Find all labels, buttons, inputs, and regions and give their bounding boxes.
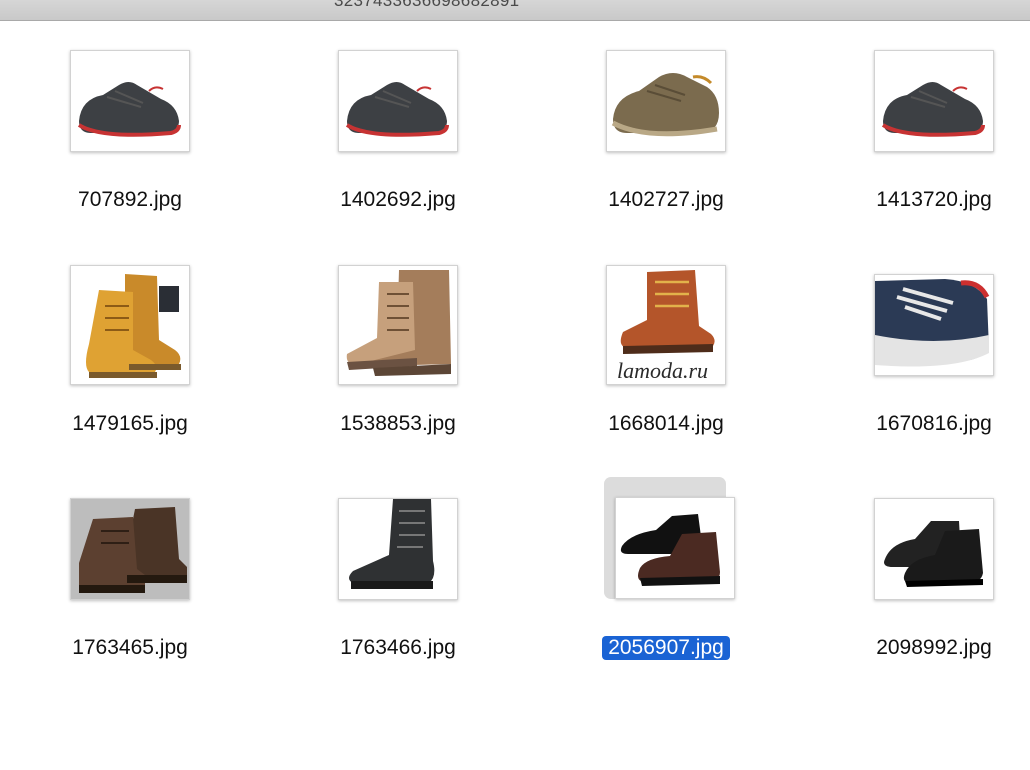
window-titlebar[interactable]: 3237433636698682891	[0, 0, 1030, 21]
file-name: 1763465.jpg	[72, 636, 188, 659]
thumbnail-frame	[68, 477, 190, 600]
file-name: 707892.jpg	[78, 188, 182, 211]
black-shoes-icon	[874, 498, 994, 600]
thumbnail-frame	[68, 253, 190, 385]
file-item[interactable]: 1402692.jpg	[318, 29, 478, 229]
thumbnail-frame	[872, 477, 994, 600]
file-item[interactable]: 1538853.jpg	[318, 253, 478, 453]
thumbnail-frame	[604, 29, 726, 152]
gray-sneaker-icon	[70, 50, 190, 152]
window-title: 3237433636698682891	[334, 0, 520, 10]
thumbnail-frame	[336, 253, 458, 385]
file-name: 2056907.jpg	[586, 634, 746, 661]
file-name: 1413720.jpg	[876, 188, 992, 211]
file-item[interactable]: 1670816.jpg	[854, 253, 1014, 453]
lamoda-watermark: lamoda.ru	[617, 358, 708, 383]
file-item-selected[interactable]: 2056907.jpg	[586, 477, 746, 677]
file-name: 1668014.jpg	[608, 412, 724, 435]
file-item[interactable]: 1402727.jpg	[586, 29, 746, 229]
tan-boots-icon	[70, 265, 190, 385]
file-name: 1670816.jpg	[876, 412, 992, 435]
navy-sneaker-icon	[874, 274, 994, 376]
file-item[interactable]: 1413720.jpg	[854, 29, 1014, 229]
file-item[interactable]: 1479165.jpg	[50, 253, 210, 453]
brown-boot-icon: lamoda.ru	[606, 265, 726, 385]
thumbnail-frame	[336, 477, 458, 600]
thumbnail-frame: lamoda.ru	[604, 253, 726, 385]
file-name: 1402727.jpg	[608, 188, 724, 211]
thumbnail-frame	[872, 29, 994, 152]
file-item[interactable]: 707892.jpg	[50, 29, 210, 229]
gray-sneaker-icon	[338, 50, 458, 152]
file-item[interactable]: 1763466.jpg	[318, 477, 478, 677]
file-name: 1538853.jpg	[340, 412, 456, 435]
gray-sneaker-icon	[874, 50, 994, 152]
file-name: 1479165.jpg	[72, 412, 188, 435]
thumbnail-frame	[68, 29, 190, 152]
thumbnail-frame	[336, 29, 458, 152]
file-icon-grid: 707892.jpg 1402692.jpg 1402727.jpg 14137…	[0, 21, 1030, 770]
dark-brown-boots-icon	[70, 498, 190, 600]
file-name: 2098992.jpg	[876, 636, 992, 659]
beige-boots-icon	[338, 265, 458, 385]
file-name: 1763466.jpg	[340, 636, 456, 659]
file-item[interactable]: 1763465.jpg	[50, 477, 210, 677]
black-and-brown-shoes-icon	[615, 497, 735, 599]
olive-sneaker-icon	[606, 50, 726, 152]
black-tall-boot-icon	[338, 498, 458, 600]
file-name: 1402692.jpg	[340, 188, 456, 211]
thumbnail-frame-highlighted	[604, 477, 735, 599]
file-item[interactable]: 2098992.jpg	[854, 477, 1014, 677]
file-item[interactable]: lamoda.ru 1668014.jpg	[586, 253, 746, 453]
thumbnail-frame	[872, 253, 994, 376]
